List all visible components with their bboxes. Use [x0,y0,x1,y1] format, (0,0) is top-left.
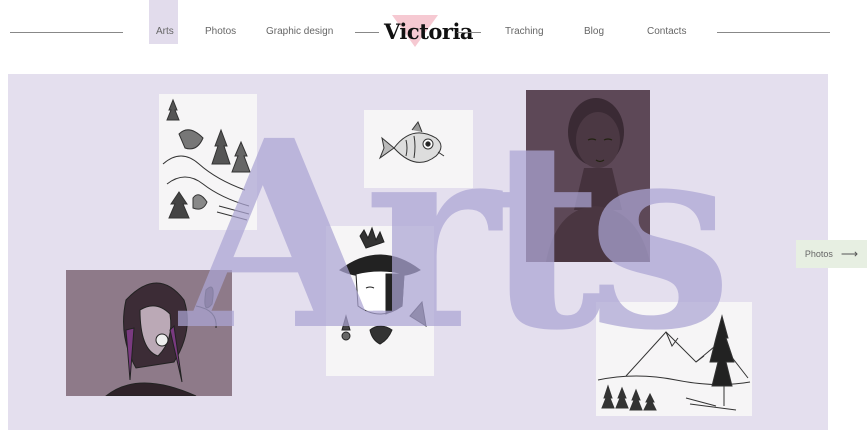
hatted-figure-sketch-image [339,226,427,345]
arrow-right-icon: ⟶ [840,247,859,261]
next-section-button[interactable]: Photos ⟶ [796,240,867,268]
landscape-sketch-image [162,98,251,221]
feathered-portrait-image [105,282,217,396]
next-section-label: Photos [804,249,833,259]
header-divider-logo-right [457,32,481,33]
nav-item-arts[interactable]: Arts [156,26,174,38]
arts-hero: Arts [8,74,828,430]
nav-item-traching[interactable]: Traching [505,26,544,38]
artwork-hatted-figure-sketch[interactable] [326,226,434,376]
nav-item-graphic-design[interactable]: Graphic design [266,26,333,38]
artwork-fish-drawing[interactable] [364,110,473,188]
artwork-woman-portrait[interactable] [526,90,650,262]
nav-item-photos[interactable]: Photos [205,26,236,38]
woman-portrait-image [546,98,650,262]
nav-item-contacts[interactable]: Contacts [647,26,686,38]
fish-drawing-image [378,120,445,163]
header-divider-left [10,32,123,33]
nav-item-blog[interactable]: Blog [584,26,604,38]
header-divider-logo-left [355,32,379,33]
artwork-mountain-forest-sketch[interactable] [596,302,752,416]
header-divider-right [717,32,830,33]
artwork-landscape-sketch[interactable] [159,94,257,230]
mountain-forest-sketch-image [597,314,751,411]
artwork-feathered-portrait[interactable] [66,270,232,396]
